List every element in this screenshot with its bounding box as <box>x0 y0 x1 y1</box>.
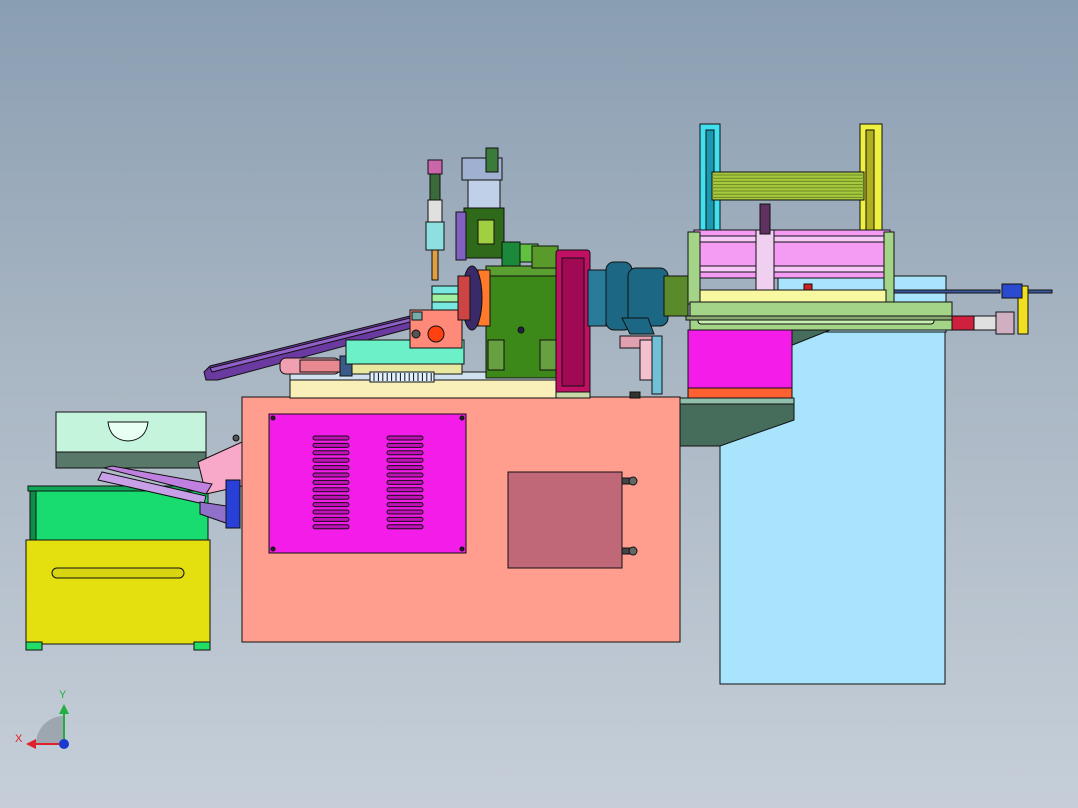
vent-slot <box>312 457 350 463</box>
triad-y-label: Y <box>59 689 67 701</box>
door-hinge <box>621 476 638 486</box>
gearbox <box>457 245 559 379</box>
vent-slot <box>386 516 424 522</box>
vent-slot <box>312 465 350 471</box>
coordinate-triad <box>26 704 69 749</box>
drawer[interactable] <box>25 539 211 651</box>
vent-slot <box>386 450 424 456</box>
vent-slot <box>386 442 424 448</box>
vent-slot <box>312 472 350 478</box>
vent-slot <box>386 472 424 478</box>
vent-slot <box>312 450 350 456</box>
vent-slot <box>312 479 350 485</box>
vent-slot <box>386 502 424 508</box>
vent-slot <box>386 494 424 500</box>
hopper-tray <box>55 411 207 469</box>
flywheel <box>555 249 591 399</box>
ventilation-panel <box>268 413 467 554</box>
vent-slot <box>312 435 350 441</box>
vent-slot <box>386 479 424 485</box>
vent-slot <box>386 435 424 441</box>
door-hinge <box>621 546 638 556</box>
drive-motor <box>587 261 689 349</box>
z-axis-dot <box>59 739 69 749</box>
machine-assembly-drawing <box>25 123 1053 749</box>
access-door <box>507 471 638 569</box>
vent-slot <box>312 524 350 530</box>
vent-slot <box>386 524 424 530</box>
vent-slot <box>312 494 350 500</box>
vent-slot <box>312 442 350 448</box>
frame-uprights <box>699 123 883 235</box>
magenta-housing <box>687 329 793 399</box>
vertical-cylinder <box>425 159 445 281</box>
triad-x-label: X <box>15 733 23 745</box>
vent-slot <box>386 509 424 515</box>
vent-slot <box>312 487 350 493</box>
vent-slot <box>386 487 424 493</box>
vent-slot <box>386 465 424 471</box>
upper-press-head <box>455 147 539 267</box>
cad-viewport[interactable]: X Y <box>0 0 1078 808</box>
vent-slot <box>312 516 350 522</box>
vent-slot <box>312 509 350 515</box>
vent-slot <box>386 457 424 463</box>
vent-slot <box>312 502 350 508</box>
